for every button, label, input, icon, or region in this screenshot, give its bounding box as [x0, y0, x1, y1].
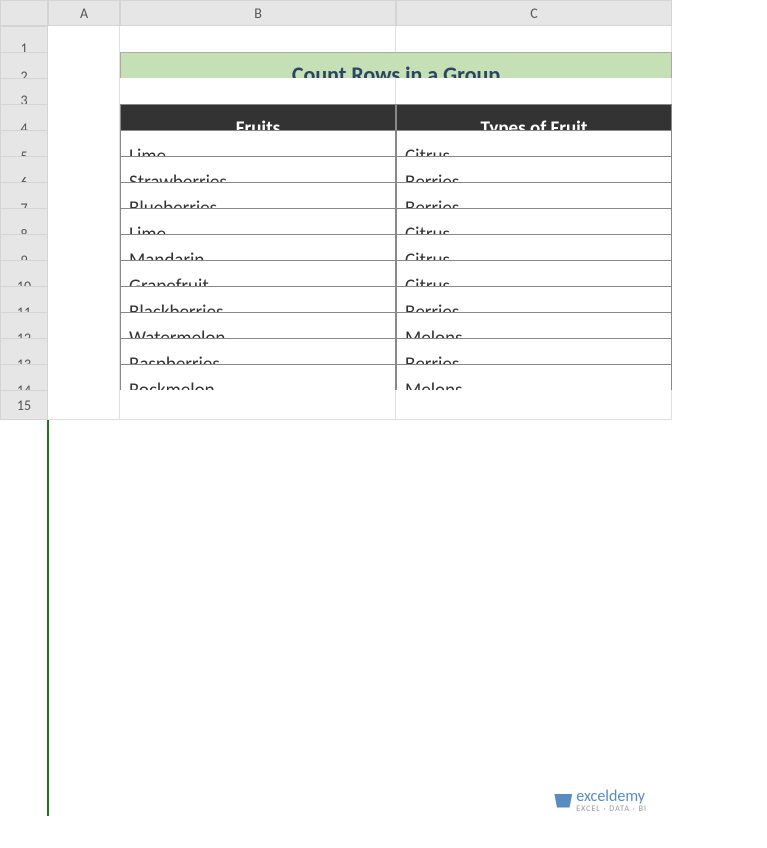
- watermark-tagline: EXCEL · DATA · BI: [576, 804, 647, 814]
- cell-c15[interactable]: [396, 390, 672, 420]
- cell-a15[interactable]: [48, 390, 120, 420]
- spreadsheet-grid: A B C 1 2 Count Rows in a Group 3 4 Frui…: [0, 0, 767, 416]
- col-header-c[interactable]: C: [396, 0, 672, 26]
- cell-b15[interactable]: [120, 390, 396, 420]
- col-header-a[interactable]: A: [48, 0, 120, 26]
- row-header-15[interactable]: 15: [0, 390, 48, 420]
- watermark: exceldemy EXCEL · DATA · BI: [554, 787, 647, 814]
- watermark-icon: [554, 794, 572, 808]
- col-header-b[interactable]: B: [120, 0, 396, 26]
- select-all-corner[interactable]: [0, 0, 48, 26]
